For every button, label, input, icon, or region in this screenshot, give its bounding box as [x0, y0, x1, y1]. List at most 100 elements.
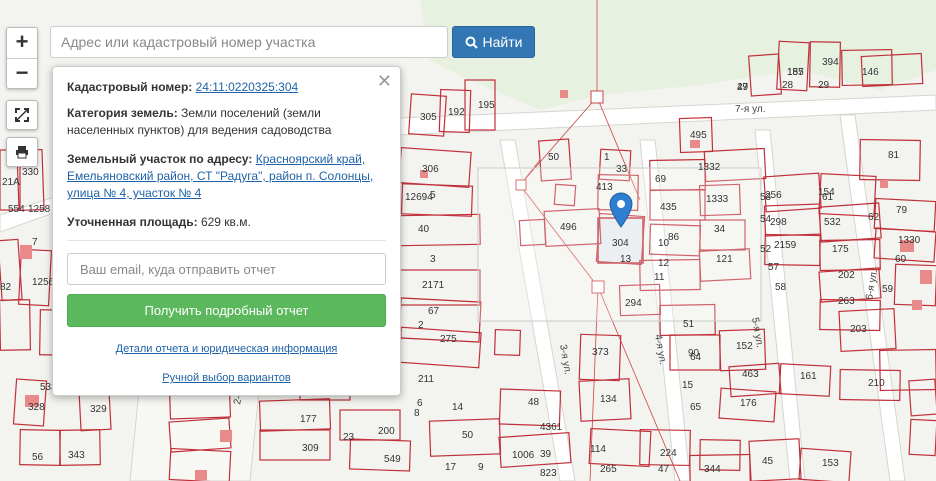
- parcel-label: 298: [770, 217, 787, 228]
- parcel-label: 195: [478, 100, 495, 111]
- parcel-label: 263: [838, 296, 855, 307]
- parcel-label: 12694: [405, 192, 433, 203]
- parcel-label: 67: [428, 306, 440, 317]
- parcel-label: 373: [592, 347, 609, 358]
- address-label: Земельный участок по адресу:: [67, 152, 253, 166]
- search-icon: [465, 36, 478, 49]
- parcel-label: 175: [832, 244, 849, 255]
- building: [220, 430, 232, 442]
- parcel-label: 29: [818, 80, 830, 91]
- email-input[interactable]: [67, 253, 386, 285]
- manual-select-link[interactable]: Ручной выбор вариантов: [67, 370, 386, 387]
- parcel-label: 532: [824, 217, 841, 228]
- parcel-label: 64: [690, 352, 702, 363]
- parcel-label: 60: [895, 254, 907, 265]
- parcel-label: 200: [378, 426, 395, 437]
- parcel-label: 58: [775, 282, 787, 293]
- parcel-label: 211: [418, 374, 434, 385]
- parcel-label: 15: [682, 380, 694, 391]
- cadastral-number-link[interactable]: 24:11:0220325:304: [196, 80, 299, 94]
- parcel-label: 294: [625, 298, 642, 309]
- parcel-label: 48: [528, 397, 540, 408]
- parcel-label: 69: [655, 174, 667, 185]
- building: [195, 470, 207, 480]
- parcel-label: 328: [28, 402, 45, 413]
- parcel-label: 496: [560, 222, 577, 233]
- zoom-out-button[interactable]: −: [7, 58, 37, 89]
- close-icon[interactable]: ✕: [377, 72, 392, 90]
- parcel-label: 2159: [774, 240, 797, 251]
- street-label: 7-я ул.: [735, 104, 765, 115]
- report-details-link[interactable]: Детали отчета и юридическая информация: [67, 341, 386, 358]
- parcel-label: 153: [822, 458, 839, 469]
- category-row: Категория земель: Земли поселений (земли…: [67, 105, 386, 139]
- parcel-label: 1258: [28, 204, 51, 215]
- parcel-label: 161: [800, 371, 817, 382]
- parcel-label: 1332: [698, 162, 721, 173]
- search-button[interactable]: Найти: [452, 26, 535, 58]
- parcel-label: 33: [616, 164, 628, 175]
- parcel-label: 1: [604, 152, 610, 163]
- building: [920, 270, 932, 284]
- building: [912, 300, 922, 310]
- parcel-label: 413: [596, 182, 613, 193]
- building: [560, 90, 568, 98]
- parcel-label: 81: [888, 150, 900, 161]
- parcel-label: 49: [737, 82, 749, 93]
- parcel-label: 1330: [898, 235, 921, 246]
- parcel-label: 463: [742, 369, 759, 380]
- parcel-label: 304: [612, 238, 629, 249]
- parcel-label: 39: [540, 449, 552, 460]
- parcel-label: 17: [445, 462, 457, 473]
- parcel-label: 5: [430, 190, 436, 201]
- category-label: Категория земель:: [67, 106, 178, 120]
- fullscreen-button[interactable]: [6, 100, 38, 130]
- parcel-label: 203: [850, 324, 867, 335]
- building: [20, 245, 32, 259]
- parcel-label: 495: [690, 130, 707, 141]
- parcel-label: 50: [548, 152, 560, 163]
- parcel-label: 1006: [512, 450, 535, 461]
- parcel-label: 21A: [2, 177, 20, 188]
- search-button-label: Найти: [482, 34, 523, 50]
- zoom-in-button[interactable]: +: [7, 28, 37, 58]
- parcel-label: 62: [868, 212, 880, 223]
- parcel-label: 28: [782, 80, 794, 91]
- parcel-label: 12: [658, 258, 670, 269]
- parcel-label: 155: [787, 67, 804, 78]
- divider: [67, 240, 386, 241]
- parcel-label: 3: [430, 254, 436, 265]
- area-value: 629 кв.м.: [200, 215, 251, 229]
- parcel-label: 57: [768, 262, 780, 273]
- get-report-button[interactable]: Получить подробный отчет: [67, 294, 386, 327]
- parcel-label: 50: [462, 430, 474, 441]
- parcel-label: 329: [90, 404, 107, 415]
- parcel-label: 7: [32, 237, 38, 248]
- cadastral-row: Кадастровый номер: 24:11:0220325:304: [67, 79, 386, 96]
- parcel-label: 11: [654, 272, 665, 283]
- print-button[interactable]: [6, 137, 38, 167]
- survey-point: [590, 90, 604, 104]
- search-input[interactable]: [50, 26, 448, 58]
- parcel-label: 265: [600, 464, 617, 475]
- parcel-label: 52: [760, 244, 772, 255]
- parcel-label: 47: [658, 464, 670, 475]
- parcel-label: 79: [896, 205, 908, 216]
- parcel-label: 10: [658, 238, 670, 249]
- parcel-label: 146: [862, 67, 879, 78]
- cadastral-label: Кадастровый номер:: [67, 80, 193, 94]
- parcel-label: 61: [822, 192, 834, 203]
- parcel-label: 34: [714, 224, 726, 235]
- parcel-label: 114: [590, 444, 606, 455]
- parcel-label: 343: [68, 450, 85, 461]
- parcel-info-popup: ✕ Кадастровый номер: 24:11:0220325:304 К…: [52, 66, 401, 396]
- parcel-label: 202: [838, 270, 855, 281]
- parcel-label: 554: [8, 204, 25, 215]
- parcel-label: 305: [420, 112, 437, 123]
- parcel-label: 134: [600, 394, 617, 405]
- parcel-label: 86: [668, 232, 680, 243]
- parcel-label: 8: [414, 408, 420, 419]
- parcel-label: 1333: [706, 194, 729, 205]
- parcel-label: 152: [736, 341, 753, 352]
- address-row: Земельный участок по адресу: Красноярски…: [67, 151, 386, 202]
